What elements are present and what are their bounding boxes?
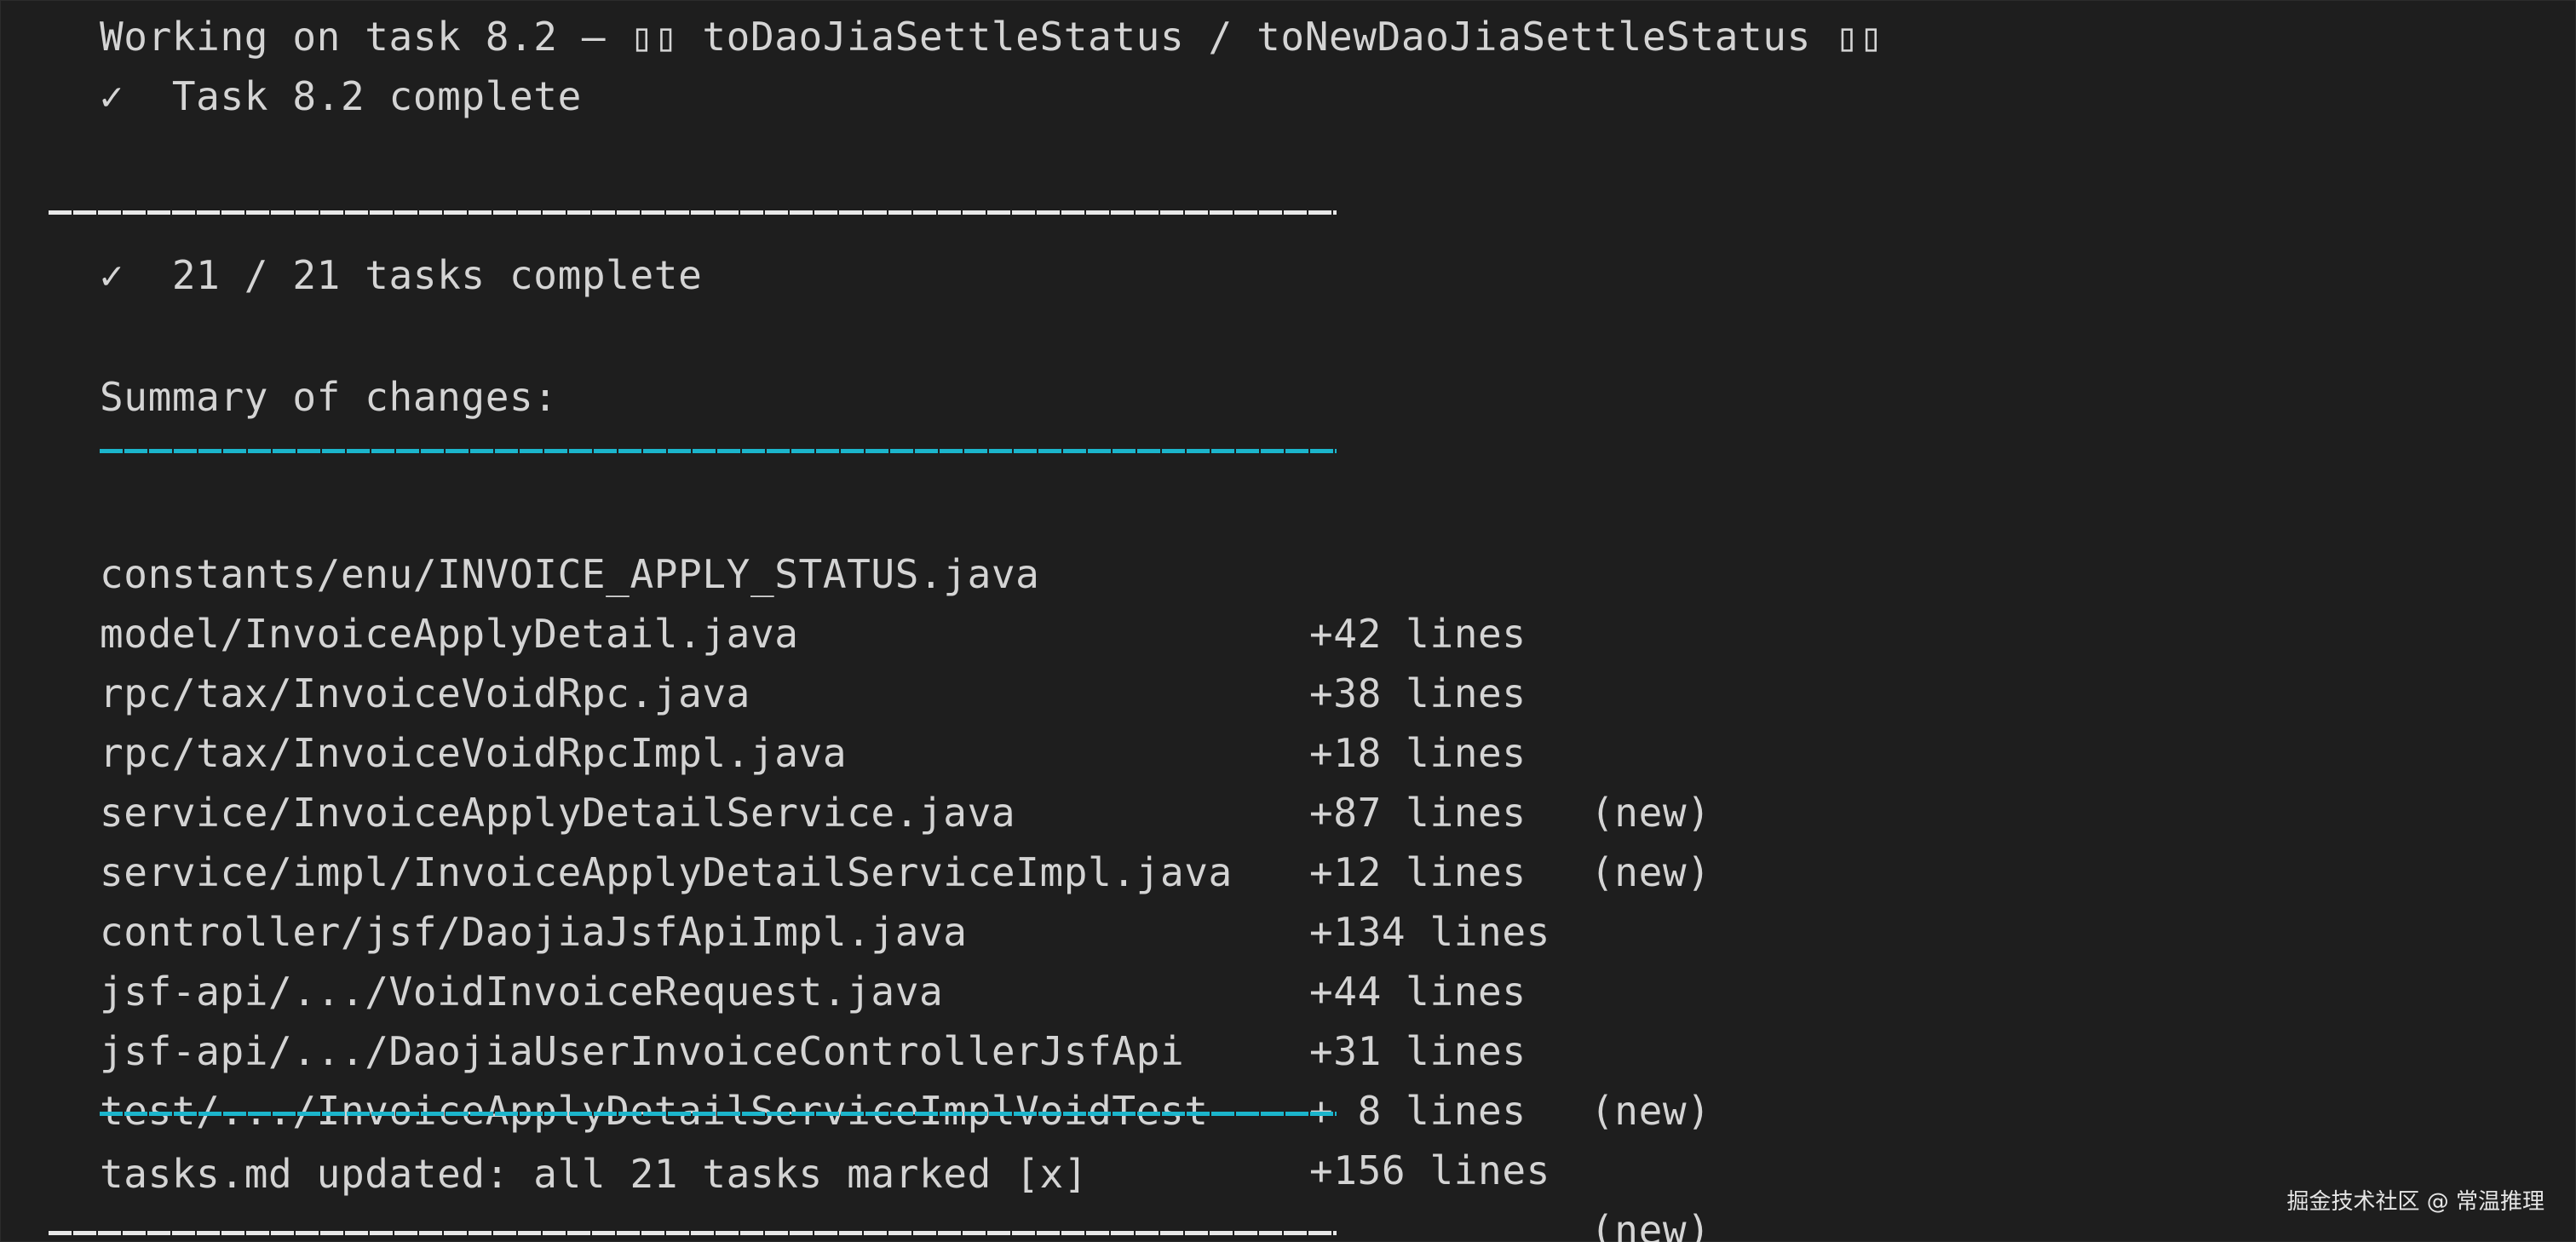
change-note: (new) xyxy=(1590,849,1711,895)
change-row: controller/jsf/DaojiaJsfApiImpl.java +44… xyxy=(100,842,1526,1015)
summary-heading: Summary of changes: xyxy=(100,374,558,420)
change-row: rpc/tax/InvoiceVoidRpc.java +18 lines (n… xyxy=(100,604,1711,836)
change-path: service/impl/InvoiceApplyDetailServiceIm… xyxy=(100,849,1233,895)
change-count: +42 lines xyxy=(1309,611,1527,657)
change-count: +18 lines xyxy=(1309,730,1527,776)
divider-cyan-top xyxy=(100,449,1337,453)
change-row: jsf-api/.../VoidInvoiceRequest.java +31 … xyxy=(100,902,1711,1134)
change-count: +12 lines xyxy=(1309,849,1527,895)
change-path: test/.../InvoiceApplyDetailServiceImplVo… xyxy=(100,1088,1209,1134)
change-row: model/InvoiceApplyDetail.java +38 lines xyxy=(100,544,1526,716)
divider-cyan-bottom xyxy=(100,1112,1337,1116)
change-count: +38 lines xyxy=(1309,670,1527,716)
tasks-md-updated-line: tasks.md updated: all 21 tasks marked [x… xyxy=(100,1151,1089,1197)
change-row: constants/enu/INVOICE_APPLY_STATUS.java … xyxy=(100,485,1526,657)
change-count: +44 lines xyxy=(1309,969,1527,1015)
change-count: +134 lines xyxy=(1309,909,1550,955)
change-row: test/.../InvoiceApplyDetailServiceImplVo… xyxy=(100,1021,1711,1242)
change-count: +87 lines xyxy=(1309,790,1527,836)
change-count: + 8 lines xyxy=(1309,1088,1527,1134)
change-row: jsf-api/.../DaojiaUserInvoiceControllerJ… xyxy=(100,962,1526,1134)
change-note: (new) xyxy=(1590,790,1711,836)
divider-white-bottom xyxy=(49,1231,1337,1235)
change-count: +31 lines xyxy=(1309,1028,1527,1074)
working-on-task-line: Working on task 8.2 — ▯▯ toDaoJiaSettleS… xyxy=(100,14,1883,60)
change-row: rpc/tax/InvoiceVoidRpcImpl.java +87 line… xyxy=(100,664,1711,895)
change-count: +156 lines xyxy=(1309,1147,1550,1193)
terminal-window: Working on task 8.2 — ▯▯ toDaoJiaSettleS… xyxy=(0,0,2576,1242)
change-note: (new) xyxy=(1590,1207,1711,1242)
change-note: (new) xyxy=(1590,1088,1711,1134)
change-path: jsf-api/.../DaojiaUserInvoiceControllerJ… xyxy=(100,1028,1185,1074)
task-complete-line: ✓ Task 8.2 complete xyxy=(100,73,582,119)
watermark: 掘金技术社区 @ 常温推理 xyxy=(2286,1189,2544,1215)
all-tasks-complete-line: ✓ 21 / 21 tasks complete xyxy=(100,252,703,298)
change-row: service/impl/InvoiceApplyDetailServiceIm… xyxy=(100,783,1550,955)
divider-white-top xyxy=(49,210,1337,215)
change-row: service/InvoiceApplyDetailService.java +… xyxy=(100,723,1526,895)
